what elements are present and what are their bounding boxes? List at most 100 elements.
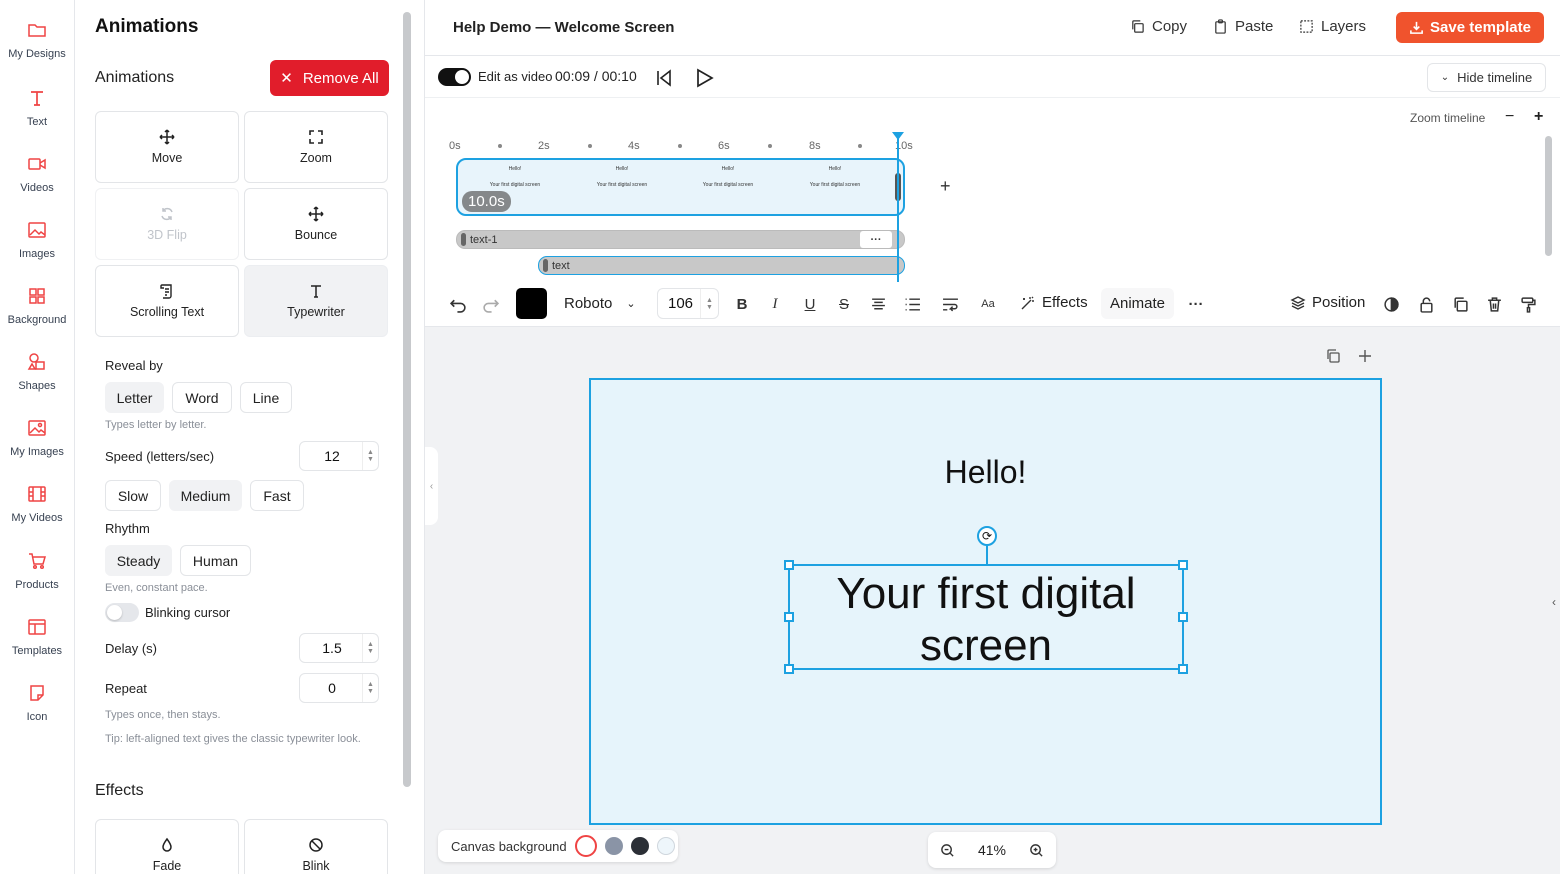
animate-button[interactable]: Animate [1101,288,1174,319]
play-icon[interactable] [693,67,715,89]
strikethrough-icon[interactable]: S [834,294,854,314]
bold-icon[interactable]: B [732,294,752,314]
font-family-select[interactable]: Roboto ⌄ [564,295,636,312]
artboard[interactable]: Hello! Your first digital screen ⟳ [589,378,1382,825]
animation-card-typewriter[interactable]: Typewriter [244,265,388,337]
bg-swatch-light-blue[interactable] [656,837,675,855]
nav-images[interactable]: Images [0,220,74,280]
rhythm-steady-chip[interactable]: Steady [105,545,172,576]
repeat-stepper[interactable]: ▲ ▼ [362,674,378,702]
copy-button[interactable]: Copy [1130,18,1187,35]
duplicate-icon[interactable] [1450,294,1470,314]
add-page-icon[interactable] [1357,348,1373,364]
zoom-in-icon[interactable] [1029,843,1044,858]
align-center-icon[interactable] [868,294,888,314]
bg-swatch-gray[interactable] [604,837,623,855]
nav-shapes[interactable]: Shapes [0,352,74,412]
selected-text-box[interactable]: Your first digital screen ⟳ [784,526,1188,674]
list-icon[interactable] [902,294,922,314]
nav-products[interactable]: Products [0,551,74,611]
more-options-button[interactable]: ··· [1186,294,1206,314]
main-text[interactable]: Your first digital screen [790,568,1182,672]
paste-button[interactable]: Paste [1213,18,1273,35]
zoom-timeline-in-button[interactable]: + [1534,108,1543,126]
track-handle[interactable] [461,233,466,246]
playhead[interactable] [892,132,904,282]
remove-all-button[interactable]: ✕ Remove All [270,60,389,96]
effect-card-fade[interactable]: Fade [95,819,239,874]
bg-swatch-dark[interactable] [630,837,649,855]
resize-handle-top-right[interactable] [1178,560,1188,570]
track-handle[interactable] [543,259,548,272]
font-size-input[interactable]: 106 ▲ ▼ [657,288,719,319]
resize-handle-bottom-left[interactable] [784,664,794,674]
add-scene-button[interactable]: + [940,176,951,197]
underline-icon[interactable]: U [800,294,820,314]
hello-text[interactable]: Hello! [591,454,1380,491]
panel-scrollbar[interactable] [403,12,411,787]
opacity-icon[interactable] [1381,294,1401,314]
reveal-line-chip[interactable]: Line [240,382,292,413]
nav-text[interactable]: Text [0,88,74,148]
resize-handle-bottom-right[interactable] [1178,664,1188,674]
nav-icon[interactable]: Icon [0,683,74,743]
animation-card-scrolling-text[interactable]: Scrolling Text [95,265,239,337]
track-text-1[interactable]: text-1 ··· [456,230,905,249]
speed-fast-chip[interactable]: Fast [250,480,304,511]
text-wrap-icon[interactable] [940,294,960,314]
reveal-word-chip[interactable]: Word [172,382,232,413]
animation-card-bounce[interactable]: Bounce [244,188,388,260]
trash-icon[interactable] [1484,294,1504,314]
delay-input[interactable]: 1.5 ▲ ▼ [299,633,379,663]
nav-my-images[interactable]: My Images [0,418,74,478]
rhythm-human-chip[interactable]: Human [180,545,251,576]
scene-clip[interactable]: Hello! Your first digital screen Hello! Yo… [456,158,905,216]
speed-medium-chip[interactable]: Medium [169,480,242,511]
duplicate-page-icon[interactable] [1325,348,1341,364]
reveal-letter-chip[interactable]: Letter [105,382,164,413]
position-button[interactable]: Position [1290,294,1365,311]
blinking-cursor-toggle[interactable] [105,603,139,622]
collapse-panel-button[interactable]: ‹ [425,447,438,525]
effects-button[interactable]: Effects [1020,294,1088,311]
undo-icon[interactable] [448,294,468,314]
hide-timeline-button[interactable]: ⌄ Hide timeline [1427,63,1546,92]
resize-handle-left[interactable] [784,612,794,622]
font-size-stepper[interactable]: ▲ ▼ [700,289,718,318]
edit-as-video-toggle[interactable] [438,68,471,86]
animation-card-move[interactable]: Move [95,111,239,183]
zoom-out-icon[interactable] [940,843,955,858]
bg-swatch-white[interactable] [574,835,597,857]
zoom-timeline-out-button[interactable]: − [1505,108,1514,126]
save-template-button[interactable]: Save template [1396,12,1544,43]
lock-icon[interactable] [1416,294,1436,314]
repeat-input[interactable]: 0 ▲ ▼ [299,673,379,703]
rotate-handle-icon[interactable]: ⟳ [977,526,997,546]
speed-stepper[interactable]: ▲ ▼ [362,442,378,470]
nav-templates[interactable]: Templates [0,617,74,677]
effect-card-blink[interactable]: Blink [244,819,388,874]
text-color-swatch[interactable] [516,288,547,319]
paint-roller-icon[interactable] [1518,294,1538,314]
nav-my-videos[interactable]: My Videos [0,484,74,544]
layers-button[interactable]: Layers [1299,18,1366,35]
resize-handle-right[interactable] [1178,612,1188,622]
nav-videos[interactable]: Videos [0,154,74,214]
expand-right-panel-button[interactable]: ‹ [1552,595,1556,609]
speed-input[interactable]: 12 ▲ ▼ [299,441,379,471]
my-images-icon [27,418,47,438]
speed-slow-chip[interactable]: Slow [105,480,161,511]
nav-my-designs[interactable]: My Designs [0,20,74,80]
nav-background[interactable]: Background [0,286,74,346]
delay-stepper[interactable]: ▲ ▼ [362,634,378,662]
resize-handle-top-left[interactable] [784,560,794,570]
track-more-button[interactable]: ··· [860,231,892,248]
timeline-scrollbar[interactable] [1545,136,1552,256]
document-title[interactable]: Help Demo — Welcome Screen [453,19,674,36]
track-text[interactable]: text [538,256,905,275]
text-case-icon[interactable]: Aa [978,294,998,314]
skip-back-icon[interactable] [654,68,674,88]
italic-icon[interactable]: I [765,294,785,314]
animation-card-zoom[interactable]: Zoom [244,111,388,183]
redo-icon[interactable] [480,294,500,314]
